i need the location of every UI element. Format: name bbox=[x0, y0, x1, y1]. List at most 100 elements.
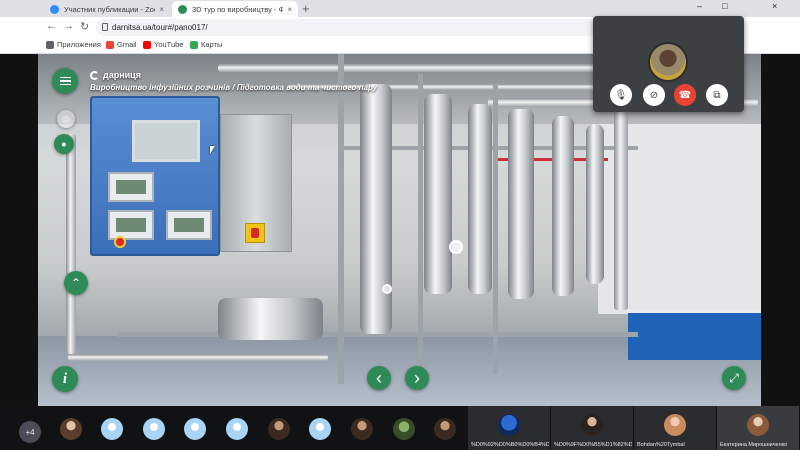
touch-panel bbox=[132, 120, 200, 162]
close-window-button[interactable]: × bbox=[772, 1, 777, 11]
chevron-left-icon: ‹ bbox=[376, 367, 382, 388]
vertical-pipe bbox=[614, 110, 628, 310]
zoom-favicon-icon bbox=[50, 4, 59, 14]
location-caption: Виробництво інфузійних розчинів / Підгот… bbox=[90, 83, 378, 92]
mouse-cursor bbox=[210, 146, 215, 154]
tab-3d-tour[interactable]: 3D тур по виробництву - Ф × bbox=[172, 1, 298, 17]
tour-menu-button[interactable] bbox=[52, 68, 78, 94]
participant-tile[interactable]: %D0%92%D0%B0%D0%B4%D0%B8%D0%BC... bbox=[468, 406, 550, 450]
caller-avatar bbox=[648, 42, 688, 82]
camera-off-button[interactable]: ⊘ bbox=[643, 84, 665, 106]
youtube-icon bbox=[143, 40, 151, 49]
main-switch bbox=[245, 223, 265, 243]
phone-hangup-icon: ☎ bbox=[678, 89, 692, 101]
apps-grid-icon bbox=[46, 40, 54, 49]
next-scene-button[interactable]: › bbox=[405, 366, 429, 390]
tab-close-icon[interactable]: × bbox=[287, 5, 292, 14]
maximize-button[interactable]: □ bbox=[722, 1, 727, 11]
bookmark-label: Карты bbox=[201, 40, 223, 49]
distillation-column bbox=[468, 104, 492, 294]
distillation-column bbox=[508, 109, 534, 299]
participant-avatar[interactable] bbox=[184, 418, 206, 440]
more-participants-badge[interactable]: +4 bbox=[19, 421, 41, 443]
menu-bar bbox=[59, 83, 71, 86]
bookmark-maps[interactable]: Карты bbox=[190, 40, 222, 49]
bookmark-label: Приложения bbox=[57, 40, 101, 49]
back-button[interactable]: ← bbox=[46, 20, 57, 32]
tour-map-button[interactable]: ◎ bbox=[57, 110, 75, 128]
camera-off-icon: ⊘ bbox=[649, 89, 659, 101]
participant-avatar[interactable] bbox=[351, 418, 373, 440]
distillation-column bbox=[552, 116, 574, 296]
collapse-panel-button[interactable]: ⌃ bbox=[64, 271, 88, 295]
picture-in-picture-icon: ⧉ bbox=[713, 89, 721, 101]
participant-name: %D0%92%D0%B0%D0%B4%D0%B8%D0%BC... bbox=[471, 442, 549, 448]
control-cabinet-blue bbox=[90, 96, 220, 256]
chevron-right-icon: › bbox=[414, 367, 420, 388]
fullscreen-button[interactable]: ⤢ bbox=[722, 366, 746, 390]
participant-name: %D0%9F%D0%B5%D1%82%D1%80%D0%B4... bbox=[554, 442, 632, 448]
participant-avatar bbox=[747, 414, 769, 436]
tour-profile-button[interactable]: ● bbox=[54, 134, 74, 154]
fullscreen-icon: ⤢ bbox=[729, 370, 739, 385]
participant-avatar[interactable] bbox=[143, 418, 165, 440]
controller-display bbox=[108, 172, 154, 202]
electrical-cabinet bbox=[220, 114, 292, 252]
participant-avatar[interactable] bbox=[60, 418, 82, 440]
bookmark-apps[interactable]: Приложения bbox=[46, 40, 101, 49]
participant-avatar bbox=[581, 414, 603, 436]
participant-avatar[interactable] bbox=[434, 418, 456, 440]
brand-name: дарниця bbox=[103, 70, 141, 80]
screen-margin-left bbox=[0, 54, 38, 406]
info-button[interactable]: i bbox=[52, 366, 78, 392]
vertical-pipe bbox=[66, 134, 76, 354]
menu-bar bbox=[59, 76, 71, 79]
floor-pipe bbox=[68, 354, 328, 361]
participant-avatar bbox=[498, 414, 520, 436]
new-tab-button[interactable]: + bbox=[302, 1, 310, 16]
participant-avatar[interactable] bbox=[101, 418, 123, 440]
tab-zoom[interactable]: Участник публикации - Zoom × bbox=[44, 1, 170, 17]
bookmark-label: YouTube bbox=[154, 40, 184, 49]
address-bar[interactable]: darnitsa.ua/tour#/pano017/ bbox=[96, 19, 596, 36]
lock-icon bbox=[102, 23, 108, 31]
screen-margin-right bbox=[761, 54, 800, 406]
minimize-button[interactable]: – bbox=[697, 1, 702, 11]
participant-tile[interactable]: Bohdan%20Tymbal bbox=[634, 406, 716, 450]
panorama-hotspot[interactable] bbox=[382, 284, 392, 294]
hang-up-button[interactable]: ☎ bbox=[674, 84, 696, 106]
participant-avatar[interactable] bbox=[393, 418, 415, 440]
blue-floor-area bbox=[628, 310, 761, 360]
previous-scene-button[interactable]: ‹ bbox=[367, 366, 391, 390]
participant-name: Екатерина Мирошниченко bbox=[720, 442, 788, 448]
tab-strip: Участник публикации - Zoom × 3D тур по в… bbox=[0, 0, 800, 17]
participant-tile[interactable]: Екатерина Мирошниченко bbox=[717, 406, 799, 450]
picture-in-picture-button[interactable]: ⧉ bbox=[706, 84, 728, 106]
map-pin-icon: ◎ bbox=[62, 113, 70, 124]
microphone-icon: 🎙 bbox=[614, 89, 628, 101]
participant-avatar[interactable] bbox=[226, 418, 248, 440]
chevron-up-icon: ⌃ bbox=[70, 276, 82, 290]
mic-button[interactable]: 🎙 bbox=[610, 84, 632, 106]
participant-avatar[interactable] bbox=[309, 418, 331, 440]
tab-close-icon[interactable]: × bbox=[159, 5, 164, 14]
panorama-hotspot[interactable] bbox=[449, 240, 463, 254]
distillation-column bbox=[360, 84, 392, 334]
darnitsa-logo-icon bbox=[90, 70, 99, 80]
gmail-icon bbox=[106, 40, 114, 49]
steel-frame bbox=[493, 84, 498, 374]
info-icon: i bbox=[62, 370, 68, 387]
bookmark-label: Gmail bbox=[117, 40, 137, 49]
emergency-stop-button bbox=[114, 236, 126, 248]
overhead-pipe bbox=[218, 64, 638, 72]
forward-button[interactable]: → bbox=[63, 20, 74, 32]
tab-title: 3D тур по виробництву - Ф bbox=[192, 4, 284, 14]
controller-display bbox=[108, 210, 154, 240]
bookmark-gmail[interactable]: Gmail bbox=[106, 40, 137, 49]
participant-tile[interactable]: %D0%9F%D0%B5%D1%82%D1%80%D0%B4... bbox=[551, 406, 633, 450]
reload-button[interactable]: ↻ bbox=[80, 20, 89, 33]
bookmark-youtube[interactable]: YouTube bbox=[143, 40, 183, 49]
participant-name: Bohdan%20Tymbal bbox=[637, 442, 685, 448]
tab-title: Участник публикации - Zoom bbox=[64, 4, 156, 14]
participant-avatar[interactable] bbox=[268, 418, 290, 440]
